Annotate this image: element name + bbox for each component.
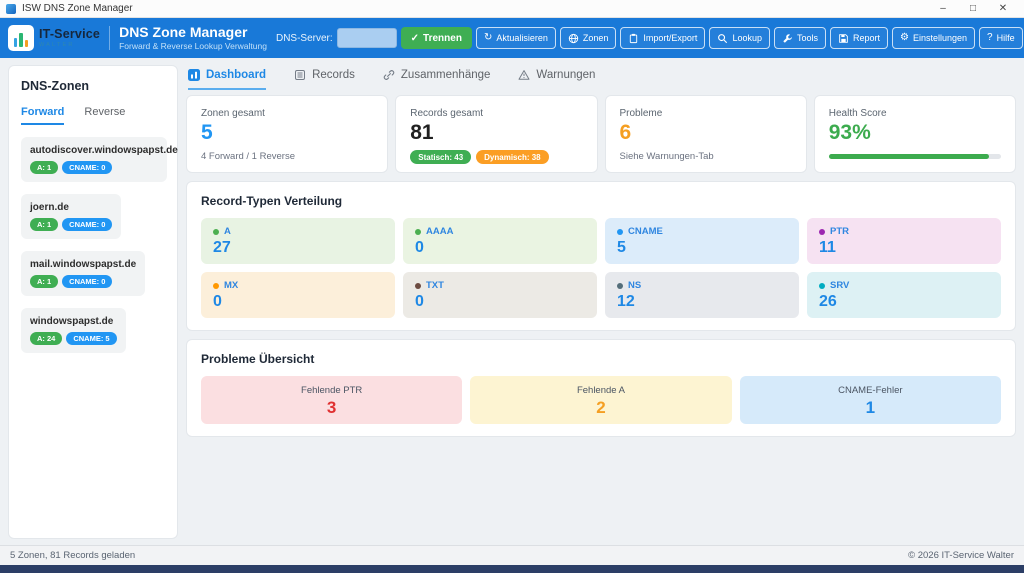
save-icon: [838, 33, 849, 44]
brand: IT-Service WALTER: [8, 25, 100, 51]
window-controls: – □ ✕: [928, 0, 1018, 17]
a-record-badge: A: 1: [30, 218, 58, 231]
report-button[interactable]: Report: [830, 27, 888, 49]
type-dot: [213, 283, 219, 289]
a-record-badge: A: 24: [30, 332, 62, 345]
health-score-value: 93%: [829, 122, 1001, 143]
cname-record-badge: CNAME: 0: [62, 275, 112, 288]
import-export-button[interactable]: Import/Export: [620, 27, 705, 49]
clipboard-icon: [628, 33, 639, 44]
app-icon: [6, 4, 16, 14]
zone-list-item[interactable]: autodiscover.windowspapst.de A: 1 CNAME:…: [21, 137, 167, 182]
dns-server-input[interactable]: [337, 28, 397, 48]
record-type-tile-ptr: PTR 11: [807, 218, 1001, 264]
copyright-text: © 2026 IT-Service Walter: [908, 550, 1014, 561]
static-records-badge: Statisch: 43: [410, 150, 471, 164]
globe-icon: [568, 33, 579, 44]
record-type-tile-a: A 27: [201, 218, 395, 264]
records-icon: [294, 69, 306, 81]
tab-records[interactable]: Records: [294, 69, 355, 90]
status-text: 5 Zonen, 81 Records geladen: [10, 550, 135, 561]
record-types-section: Record-Typen Verteilung A 27 AAAA 0: [186, 181, 1016, 331]
cname-record-badge: CNAME: 5: [66, 332, 116, 345]
zones-total-value: 5: [201, 122, 373, 143]
main-content: Dashboard Records: [186, 65, 1016, 437]
records-total-value: 81: [410, 122, 582, 143]
wrench-icon: [782, 33, 793, 44]
sidebar-tab-reverse[interactable]: Reverse: [84, 106, 125, 125]
record-type-tile-cname: CNAME 5: [605, 218, 799, 264]
page-subtitle: Forward & Reverse Lookup Verwaltung: [119, 42, 267, 51]
status-bar: 5 Zonen, 81 Records geladen © 2026 IT-Se…: [0, 545, 1024, 565]
lookup-button[interactable]: Lookup: [709, 27, 770, 49]
record-type-tile-aaaa: AAAA 0: [403, 218, 597, 264]
type-dot: [819, 229, 825, 235]
zones-sidebar: DNS-Zonen Forward Reverse autodiscover.w…: [8, 65, 178, 539]
problems-overview-section: Probleme Übersicht Fehlende PTR 3 Fehlen…: [186, 339, 1016, 437]
a-record-badge: A: 1: [30, 161, 58, 174]
zone-list-item[interactable]: windowspapst.de A: 24 CNAME: 5: [21, 308, 126, 353]
cname-record-badge: CNAME: 0: [62, 218, 112, 231]
refresh-button[interactable]: ↻ Aktualisieren: [476, 27, 556, 49]
search-icon: [717, 33, 728, 44]
health-progress-track: [829, 154, 1001, 159]
stat-card-problems: Probleme 6 Siehe Warnungen-Tab: [605, 95, 807, 173]
tab-relations[interactable]: Zusammenhänge: [383, 69, 491, 90]
question-icon: ?: [987, 33, 993, 43]
record-type-tile-srv: SRV 26: [807, 272, 1001, 318]
problem-tile-missing-ptr: Fehlende PTR 3: [201, 376, 462, 424]
problem-tile-missing-a: Fehlende A 2: [470, 376, 731, 424]
type-dot: [415, 229, 421, 235]
warning-icon: [518, 69, 530, 81]
sidebar-title: DNS-Zonen: [21, 79, 165, 93]
close-button[interactable]: ✕: [988, 0, 1018, 17]
help-button[interactable]: ? Hilfe: [979, 27, 1023, 49]
page-title: DNS Zone Manager: [119, 25, 267, 39]
type-dot: [617, 283, 623, 289]
maximize-button[interactable]: □: [958, 0, 988, 17]
stat-card-zones: Zonen gesamt 5 4 Forward / 1 Reverse: [186, 95, 388, 173]
dynamic-records-badge: Dynamisch: 38: [476, 150, 548, 164]
tab-dashboard[interactable]: Dashboard: [188, 69, 266, 90]
header-divider: [109, 26, 110, 50]
dns-server-label: DNS-Server:: [276, 33, 333, 44]
dashboard-icon: [188, 69, 200, 81]
window-titlebar: ISW DNS Zone Manager – □ ✕: [0, 0, 1024, 18]
problems-value: 6: [620, 122, 792, 143]
disconnect-button[interactable]: ✓ Trennen: [401, 27, 472, 49]
record-type-tile-txt: TXT 0: [403, 272, 597, 318]
minimize-button[interactable]: –: [928, 0, 958, 17]
gear-icon: ⚙: [900, 33, 909, 43]
stat-card-records: Records gesamt 81 Statisch: 43 Dynamisch…: [395, 95, 597, 173]
settings-button[interactable]: ⚙ Einstellungen: [892, 27, 975, 49]
brand-subname: WALTER: [39, 43, 100, 49]
link-icon: [383, 69, 395, 81]
brand-name: IT-Service: [39, 28, 100, 41]
cname-record-badge: CNAME: 0: [62, 161, 112, 174]
zones-button[interactable]: Zonen: [560, 27, 617, 49]
zone-list-item[interactable]: joern.de A: 1 CNAME: 0: [21, 194, 121, 239]
record-type-tile-ns: NS 12: [605, 272, 799, 318]
refresh-icon: ↻: [484, 33, 492, 43]
brand-logo-icon: [8, 25, 34, 51]
app-header: IT-Service WALTER DNS Zone Manager Forwa…: [0, 18, 1024, 58]
window-title: ISW DNS Zone Manager: [22, 3, 133, 14]
stat-card-health: Health Score 93%: [814, 95, 1016, 173]
type-dot: [819, 283, 825, 289]
main-tabs: Dashboard Records: [186, 65, 1016, 90]
record-type-tile-mx: MX 0: [201, 272, 395, 318]
type-dot: [617, 229, 623, 235]
a-record-badge: A: 1: [30, 275, 58, 288]
health-progress-fill: [829, 154, 989, 159]
tab-warnings[interactable]: Warnungen: [518, 69, 595, 90]
sidebar-tab-forward[interactable]: Forward: [21, 106, 64, 125]
tools-button[interactable]: Tools: [774, 27, 826, 49]
type-dot: [415, 283, 421, 289]
check-icon: ✓: [411, 33, 419, 44]
problem-tile-cname-errors: CNAME-Fehler 1: [740, 376, 1001, 424]
type-dot: [213, 229, 219, 235]
zone-list-item[interactable]: mail.windowspapst.de A: 1 CNAME: 0: [21, 251, 145, 296]
taskbar-edge: [0, 565, 1024, 573]
